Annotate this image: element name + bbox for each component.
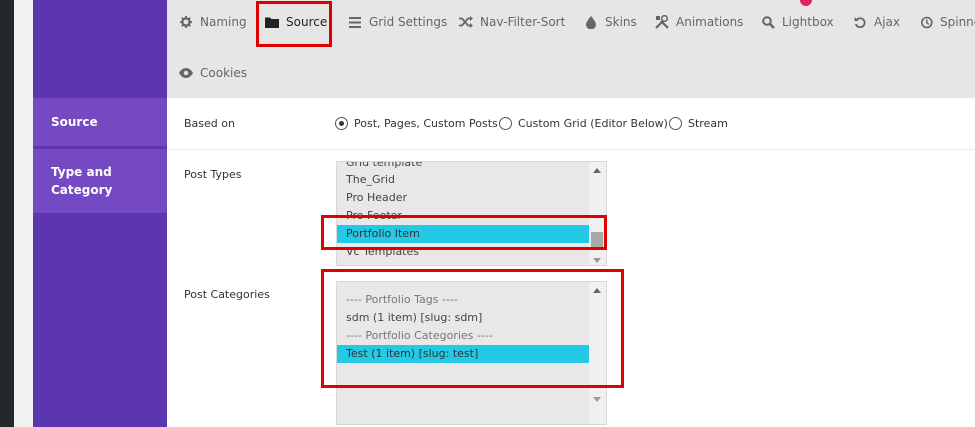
- sidebar-item-label: Category: [51, 183, 113, 197]
- list-item[interactable]: The_Grid: [337, 171, 590, 189]
- divider: [167, 149, 975, 150]
- tab-animations[interactable]: Animations: [655, 12, 743, 32]
- radio-post-pages[interactable]: Post, Pages, Custom Posts: [335, 117, 498, 130]
- undo-icon: [853, 15, 867, 29]
- eye-icon: [179, 66, 193, 80]
- tab-ajax[interactable]: Ajax: [853, 12, 900, 32]
- post-categories-label: Post Categories: [184, 288, 270, 301]
- sidebar-item-label: Type and: [51, 165, 112, 179]
- tab-cookies[interactable]: Cookies: [179, 63, 247, 83]
- sidebar-item-label: Source: [51, 115, 98, 129]
- categories-highlight: [321, 269, 624, 388]
- gutter: [14, 0, 33, 427]
- gear-icon: [179, 15, 193, 29]
- scroll-down-icon: [593, 258, 601, 263]
- tab-nav-filter-sort[interactable]: Nav-Filter-Sort: [459, 12, 565, 32]
- scroll-up-icon: [593, 168, 601, 173]
- tab-skins[interactable]: Skins: [584, 12, 637, 32]
- sidebar-item-type-and-category[interactable]: Type and Category: [33, 149, 167, 213]
- settings-sidebar: Source Type and Category: [33, 0, 167, 427]
- radio-custom-grid[interactable]: Custom Grid (Editor Below): [499, 117, 668, 130]
- tab-lightbox[interactable]: Lightbox: [761, 12, 834, 32]
- search-icon: [761, 15, 775, 29]
- notification-badge: [800, 0, 812, 6]
- list-item[interactable]: Pro Header: [337, 189, 590, 207]
- post-types-select[interactable]: Grid template The_Grid Pro Header Pro Fo…: [336, 161, 607, 266]
- admin-menu-strip: [0, 0, 14, 427]
- scroll-down-icon: [593, 397, 601, 402]
- shuffle-icon: [459, 15, 473, 29]
- tab-spinner[interactable]: Spinne: [919, 12, 975, 32]
- radio-stream[interactable]: Stream: [669, 117, 728, 130]
- portfolio-item-highlight: [321, 215, 607, 250]
- sidebar-item-source[interactable]: Source: [33, 98, 167, 146]
- tab-grid-settings[interactable]: Grid Settings: [348, 12, 447, 32]
- tools-icon: [655, 15, 669, 29]
- tab-naming[interactable]: Naming: [179, 12, 247, 32]
- source-tab-highlight: [256, 1, 332, 47]
- drop-icon: [584, 15, 598, 29]
- history-icon: [919, 15, 933, 29]
- post-types-label: Post Types: [184, 168, 242, 181]
- menu-icon: [348, 15, 362, 29]
- based-on-label: Based on: [184, 117, 235, 130]
